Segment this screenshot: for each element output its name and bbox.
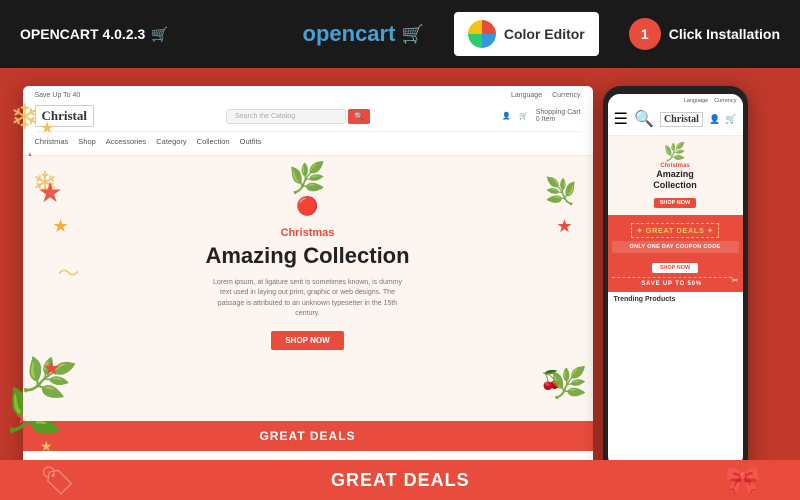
mobile-hero-title-line1: Amazing	[656, 169, 694, 179]
hero-title-text: Amazing Collection	[205, 243, 409, 268]
store-nav-main: Christal Search the Catalog 🔍 👤 🛒 Shoppi…	[35, 101, 581, 131]
one-click-installation-badge: 1 Click Installation	[629, 18, 780, 50]
nav-shop[interactable]: Shop	[78, 137, 96, 146]
store-great-deals-text: GREAT DEALS	[259, 429, 355, 443]
cart-items: 0 Item	[536, 116, 581, 123]
store-header: Save Up To 40 Language Currency Christal…	[23, 86, 593, 156]
hero-title: Amazing Collection	[205, 243, 409, 269]
hero-branch-right: 🌿	[545, 176, 577, 207]
opencart-logo: opencart 🛒	[303, 21, 424, 47]
mobile-hero-title-line2: Collection	[653, 180, 697, 190]
desktop-preview: Save Up To 40 Language Currency Christal…	[23, 86, 593, 476]
mobile-coupon-box: ONLY ONE DAY COUPON CODE	[612, 241, 739, 253]
language-label: Language	[511, 92, 542, 99]
mobile-currency: Currency	[714, 98, 736, 104]
shop-now-button[interactable]: SHOP NOW	[271, 331, 343, 350]
mobile-action-icons: 👤 🛒	[709, 114, 736, 125]
store-search-area: Search the Catalog 🔍	[226, 109, 370, 124]
mobile-pine-deco: 🌿	[612, 142, 739, 163]
store-search-button[interactable]: 🔍	[348, 109, 370, 124]
currency-label: Currency	[552, 92, 580, 99]
color-editor-icon	[468, 20, 496, 48]
store-bottom-bar: GREAT DEALS	[23, 421, 593, 451]
save-label: Save Up To 40	[35, 92, 81, 99]
nav-collection[interactable]: Collection	[197, 137, 230, 146]
mobile-header: Language Currency ☰ 🔍 Christal 👤 🛒	[608, 94, 743, 136]
nav-christmas[interactable]: Christmas	[35, 137, 69, 146]
cart-icon: 🛒	[519, 112, 528, 120]
cart-info: Shopping Cart 0 Item	[536, 109, 581, 123]
nav-outfits[interactable]: Outfits	[240, 137, 262, 146]
top-bar-center: opencart 🛒 Color Editor 1 Click Installa…	[303, 12, 780, 56]
nav-category[interactable]: Category	[156, 137, 186, 146]
mobile-hero: 🌿 Christmas Amazing Collection SHOP NOW	[608, 136, 743, 215]
store-hero: ❄ ★ ★ 🌿 🔴 〜 🌿 ★ 🌿 ★ 🍒 🌿 Christmas Amazin…	[23, 156, 593, 421]
hero-spiral-deco: 〜	[58, 256, 80, 288]
hero-subtitle: Christmas	[205, 227, 409, 239]
user-icon: 👤	[502, 112, 511, 120]
store-top-strip: Save Up To 40 Language Currency	[35, 90, 581, 101]
mobile-preview: Language Currency ☰ 🔍 Christal 👤 🛒 🌿 Chr…	[603, 86, 748, 476]
store-nav-menu: Christmas Shop Accessories Category Coll…	[35, 131, 581, 151]
hero-ornament: 🔴	[296, 196, 318, 217]
bg-snowflake-deco: ❄	[10, 98, 39, 138]
one-click-num: 1	[641, 26, 649, 42]
opencart-version-badge: OPENCART 4.0.2.3 🛒	[20, 26, 169, 43]
mobile-top-strip: Language Currency	[614, 98, 737, 104]
mobile-nav: ☰ 🔍 Christal 👤 🛒	[614, 107, 737, 131]
color-editor-label: Color Editor	[504, 26, 585, 42]
hero-star-left2: ★	[53, 216, 69, 237]
hero-text: Christmas Amazing Collection Lorem ipsum…	[205, 227, 409, 349]
bottom-tag-icon: 🏷	[40, 464, 76, 497]
mobile-user-icon: 👤	[709, 114, 720, 125]
hero-branch-right-bottom: 🌿	[550, 366, 587, 401]
mobile-hamburger-icon: ☰	[614, 109, 628, 129]
mobile-search-icon: 🔍	[634, 109, 654, 129]
mobile-shop-deals-btn[interactable]: SHOP NOW	[652, 263, 698, 273]
mobile-screen: Language Currency ☰ 🔍 Christal 👤 🛒 🌿 Chr…	[608, 94, 743, 468]
bg-star-gold-deco: ★	[40, 118, 54, 138]
opencart-cart-symbol: 🛒	[401, 24, 423, 45]
hero-star-bottom-left: ★	[43, 356, 61, 381]
color-editor-badge: Color Editor	[454, 12, 599, 56]
mobile-deals-title: ✦ GREAT DEALS ✦	[631, 223, 718, 238]
main-content: ❄ ★ ★ 🌿 ★ ★ Save Up To 40 Language Curre…	[0, 68, 800, 500]
mobile-trending-title: Trending Products	[614, 296, 737, 303]
opencart-version-text: OPENCART 4.0.2.3	[20, 26, 145, 42]
top-bar: OPENCART 4.0.2.3 🛒 opencart 🛒 Color Edit…	[0, 0, 800, 68]
hero-star-right: ★	[556, 216, 572, 237]
bg-star-bottom-gold: ★	[40, 438, 53, 455]
mobile-hero-title: Amazing Collection	[612, 169, 739, 191]
mobile-scissors-icon: ✂	[732, 276, 739, 285]
mobile-deals-section: ✦ GREAT DEALS ✦ ONLY ONE DAY COUPON CODE…	[608, 215, 743, 292]
one-click-text-block: Click Installation	[669, 26, 780, 43]
hero-star-left: ★	[38, 176, 63, 209]
bottom-bow-icon: 🎀	[725, 464, 760, 497]
mobile-cart-icon: 🛒	[725, 114, 736, 125]
cart-label: Shopping Cart	[536, 109, 581, 116]
mobile-trending-section: Trending Products	[608, 292, 743, 307]
mobile-coupon-text: ONLY ONE DAY COUPON CODE	[616, 244, 735, 250]
cart-icon-badge: 🛒	[151, 26, 168, 43]
one-click-label: Click Installation	[669, 26, 780, 43]
bottom-bar: 🏷 GREAT DEALS 🎀	[0, 460, 800, 500]
lang-currency-strip: Language Currency	[511, 92, 581, 99]
hero-description: Lorem ipsum, at ligature serit is someti…	[208, 278, 408, 320]
mobile-save-row: SAVE UP TO 50% ✂	[612, 275, 739, 287]
one-click-icon: 1	[629, 18, 661, 50]
mobile-shop-now[interactable]: SHOP NOW	[654, 198, 696, 208]
mobile-language: Language	[684, 98, 708, 104]
store-search-input[interactable]: Search the Catalog	[226, 109, 346, 124]
mobile-logo: Christal	[660, 112, 703, 127]
hero-pine-top: 🌿	[289, 161, 326, 196]
store-cart-area: 👤 🛒 Shopping Cart 0 Item	[502, 109, 580, 123]
nav-accessories[interactable]: Accessories	[106, 137, 146, 146]
opencart-logo-text: opencart	[303, 21, 396, 47]
bottom-great-deals-text: GREAT DEALS	[331, 470, 470, 491]
mobile-save-text: SAVE UP TO 50%	[612, 277, 732, 287]
